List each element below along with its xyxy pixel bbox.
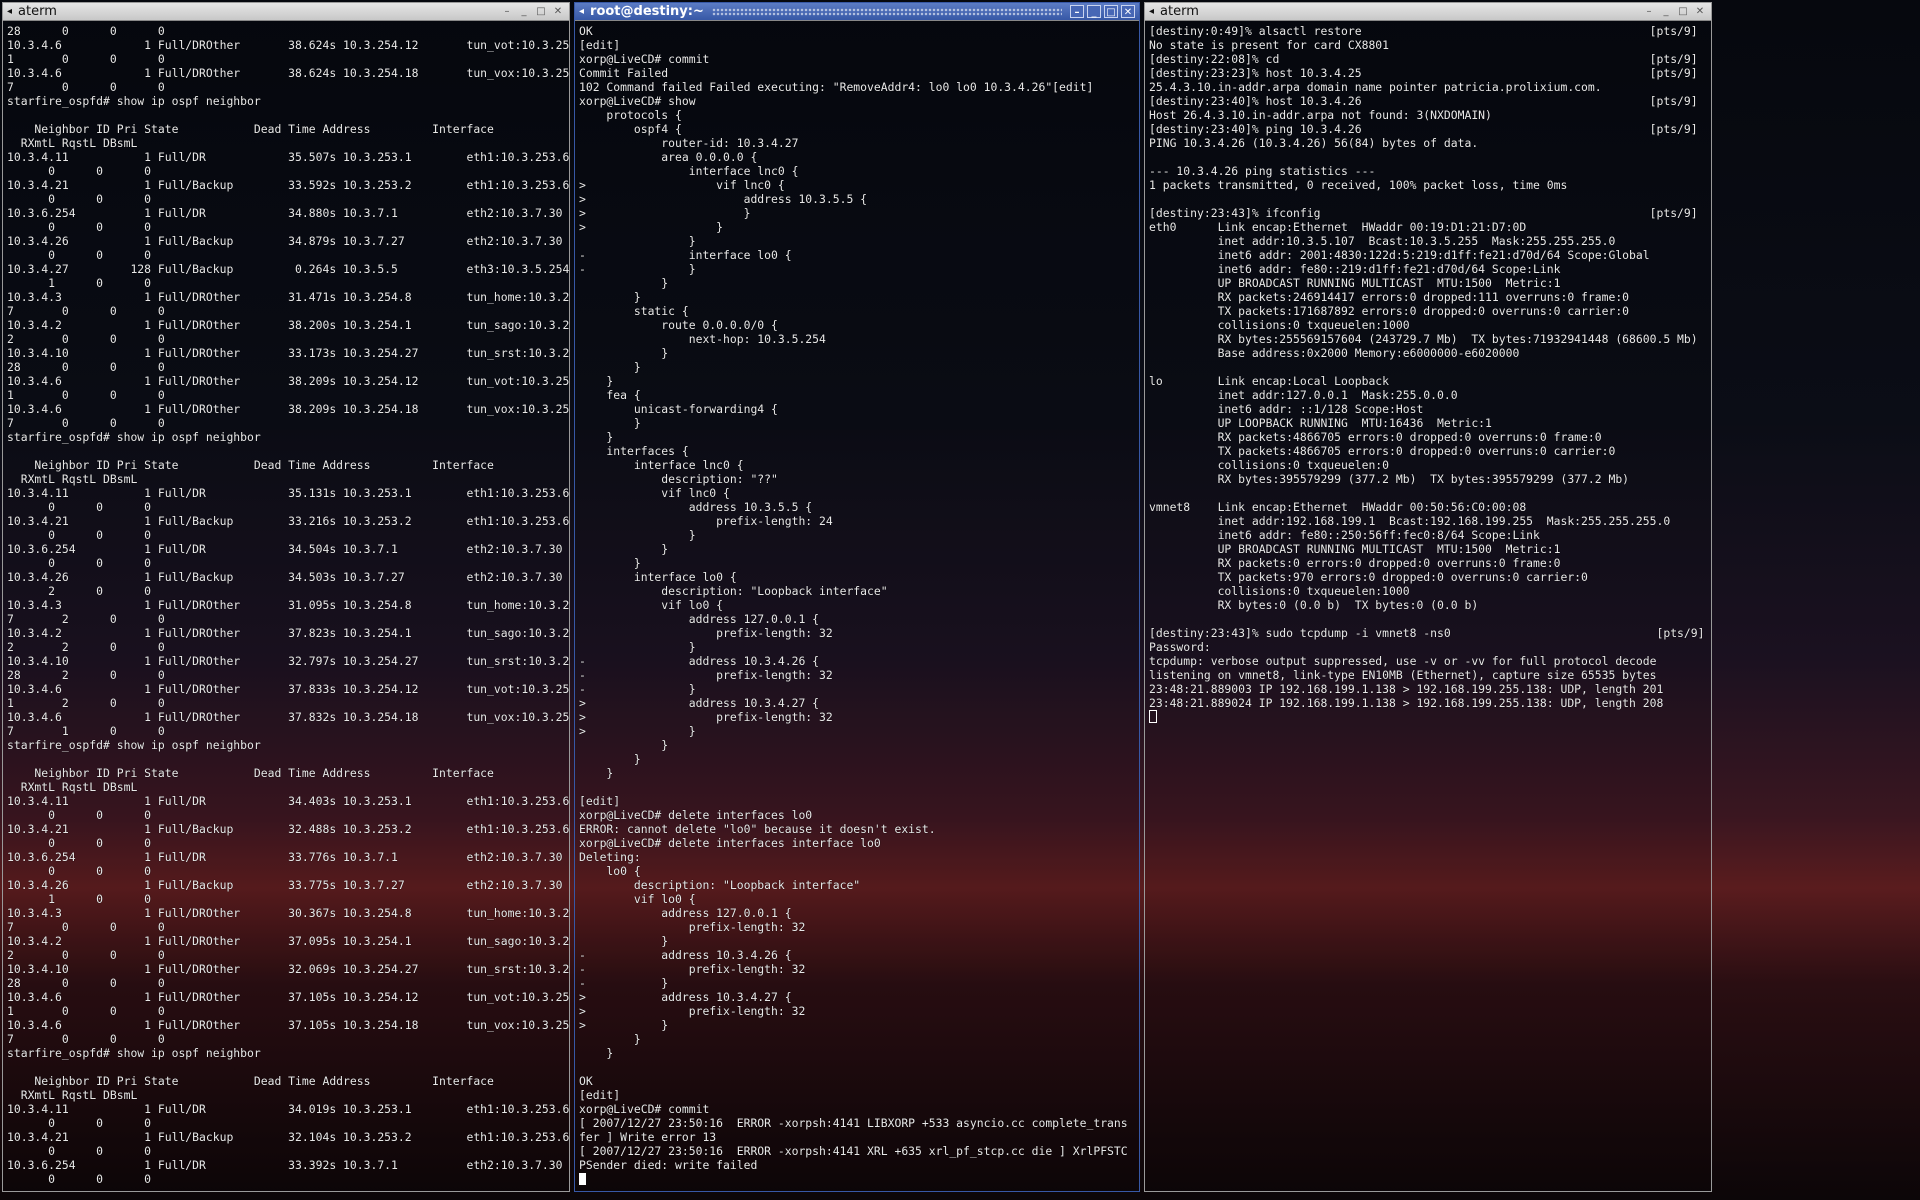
close-button[interactable]: ✕ [1693, 5, 1707, 18]
maximize-button[interactable]: □ [534, 5, 548, 18]
window-menu-arrow-icon[interactable]: ◂ [579, 6, 584, 17]
shade-button[interactable]: – [500, 5, 514, 18]
left-terminal-title: aterm [18, 4, 57, 19]
middle-terminal-window[interactable]: ◂ root@destiny:~ – _ □ ✕ OK [edit] xorp@… [574, 2, 1140, 1192]
left-terminal-output[interactable]: 28 0 0 0 10.3.4.6 1 Full/DROther 38.624s… [3, 21, 569, 1189]
right-terminal-window[interactable]: ◂ aterm – _ □ ✕ [destiny:0:49]% alsactl … [1144, 2, 1712, 1192]
close-button[interactable]: ✕ [551, 5, 565, 18]
middle-terminal-output[interactable]: OK [edit] xorp@LiveCD# commit Commit Fai… [575, 21, 1139, 1189]
shade-button[interactable]: – [1642, 5, 1656, 18]
middle-terminal-title: root@destiny:~ [590, 4, 704, 19]
left-terminal-window[interactable]: ◂ aterm – _ □ ✕ 28 0 0 0 10.3.4.6 1 Full… [2, 2, 570, 1192]
minimize-button[interactable]: _ [1659, 5, 1673, 18]
minimize-button[interactable]: _ [1087, 5, 1101, 18]
shade-button[interactable]: – [1070, 5, 1084, 18]
window-menu-arrow-icon[interactable]: ◂ [1149, 6, 1154, 17]
maximize-button[interactable]: □ [1676, 5, 1690, 18]
text-cursor [579, 1173, 586, 1185]
window-menu-arrow-icon[interactable]: ◂ [7, 6, 12, 17]
right-terminal-title: aterm [1160, 4, 1199, 19]
right-terminal-output[interactable]: [destiny:0:49]% alsactl restore [pts/9] … [1145, 21, 1711, 1189]
maximize-button[interactable]: □ [1104, 5, 1118, 18]
right-terminal-text: [destiny:0:49]% alsactl restore [pts/9] … [1149, 24, 1705, 710]
middle-terminal-titlebar[interactable]: ◂ root@destiny:~ – _ □ ✕ [575, 3, 1139, 21]
text-cursor [1149, 710, 1157, 723]
minimize-button[interactable]: _ [517, 5, 531, 18]
close-button[interactable]: ✕ [1121, 5, 1135, 18]
middle-terminal-text: OK [edit] xorp@LiveCD# commit Commit Fai… [579, 24, 1128, 1172]
left-terminal-titlebar[interactable]: ◂ aterm – _ □ ✕ [3, 3, 569, 21]
right-terminal-titlebar[interactable]: ◂ aterm – _ □ ✕ [1145, 3, 1711, 21]
